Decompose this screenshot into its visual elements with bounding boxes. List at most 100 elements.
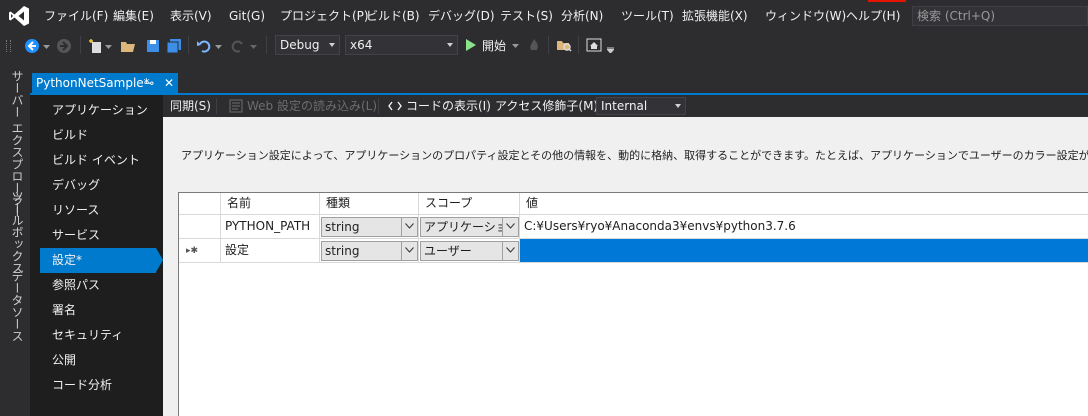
nav-item-security[interactable]: セキュリティ [52, 323, 123, 348]
chevron-down-icon [405, 223, 414, 229]
tab-pythonnetsample[interactable]: PythonNetSample* ⊸ ✕ [32, 73, 178, 93]
load-web-settings-button[interactable]: Web 設定の読み込み(L) [247, 95, 377, 117]
toolbar-separator [578, 36, 579, 54]
scope-dropdown-button[interactable] [502, 242, 518, 260]
nav-selection-pointer [156, 248, 163, 272]
toolbar-separator [216, 98, 217, 114]
start-button[interactable]: 開始 [482, 32, 506, 60]
redo-icon[interactable] [230, 38, 246, 54]
view-code-icon [388, 101, 402, 111]
nav-item-signing[interactable]: 署名 [52, 298, 76, 323]
undo-dropdown-chevron-icon[interactable] [215, 45, 222, 50]
view-code-button[interactable]: コードの表示(I) [406, 95, 491, 117]
setting-scope-select[interactable]: アプリケーション [420, 217, 519, 237]
nav-item-build[interactable]: ビルド [52, 123, 88, 148]
setting-type-value: string [325, 220, 360, 234]
undo-icon[interactable] [196, 38, 212, 54]
menu-test[interactable]: テスト(S) [500, 0, 553, 32]
setting-type-select[interactable]: string [321, 217, 418, 237]
quick-launch-search[interactable]: 検索 (Ctrl+Q) [912, 6, 1088, 26]
standard-toolbar [0, 32, 1088, 60]
configuration-value: Debug [280, 38, 320, 52]
menu-analyze[interactable]: 分析(N) [561, 0, 603, 32]
column-header-scope[interactable]: スコープ [419, 193, 520, 215]
setting-scope-select[interactable]: ユーザー [420, 241, 519, 261]
solution-configuration-select[interactable]: Debug [275, 35, 340, 55]
toolbox-tab[interactable]: ツールボックス [9, 190, 26, 274]
nav-item-application[interactable]: アプリケーション [52, 98, 148, 123]
access-modifier-select[interactable]: Internal [596, 97, 686, 115]
setting-scope-value: ユーザー [424, 244, 472, 258]
pin-icon[interactable]: ⊸ [144, 73, 154, 93]
type-dropdown-button[interactable] [401, 218, 417, 236]
save-icon[interactable] [145, 38, 161, 54]
row-indicator[interactable] [179, 215, 221, 239]
load-web-settings-icon [229, 99, 243, 113]
close-icon[interactable]: ✕ [164, 73, 174, 93]
column-header-type[interactable]: 種類 [320, 193, 419, 215]
settings-description: アプリケーション設定によって、アプリケーションのプロパティ設定とその他の情報を、… [181, 149, 1088, 162]
setting-value-cell-selected[interactable] [520, 239, 1088, 263]
nav-item-services[interactable]: サービス [52, 223, 100, 248]
chevron-down-icon [675, 104, 681, 108]
toolbar-separator [80, 36, 81, 54]
start-play-icon[interactable] [466, 39, 476, 51]
setting-type-select[interactable]: string [321, 241, 418, 261]
back-dropdown-chevron-icon[interactable] [43, 45, 50, 50]
access-modifier-label: アクセス修飾子(M): [495, 99, 603, 113]
menu-git[interactable]: Git(G) [229, 0, 265, 32]
sync-button[interactable]: 同期(S) [170, 95, 211, 117]
column-header-name[interactable]: 名前 [221, 193, 320, 215]
menu-tools[interactable]: ツール(T) [621, 0, 674, 32]
chevron-down-icon [447, 43, 453, 47]
type-dropdown-button[interactable] [401, 242, 417, 260]
new-dropdown-chevron-icon[interactable] [105, 45, 112, 50]
setting-scope-cell: アプリケーション [419, 215, 520, 239]
navigate-forward-icon[interactable] [56, 38, 72, 54]
nav-item-build-events[interactable]: ビルド イベント [52, 148, 140, 173]
open-folder-icon[interactable] [120, 38, 136, 54]
toolbar-grip[interactable] [6, 40, 11, 52]
menu-project[interactable]: プロジェクト(P) [280, 0, 369, 32]
setting-name-cell[interactable]: PYTHON_PATH [221, 215, 320, 239]
solution-explorer-home-icon[interactable] [586, 37, 602, 53]
toolbar-separator [548, 36, 549, 54]
document-well [30, 60, 1088, 94]
column-header-value[interactable]: 値 [520, 193, 1088, 215]
toolbar-separator [378, 98, 379, 114]
nav-item-reference-paths[interactable]: 参照パス [52, 273, 100, 298]
setting-type-cell: string [320, 239, 419, 263]
row-indicator-new[interactable]: ▸✱ [179, 239, 221, 263]
navigate-back-icon[interactable] [24, 38, 40, 54]
menu-debug[interactable]: デバッグ(D) [428, 0, 495, 32]
new-project-icon[interactable] [88, 38, 104, 54]
nav-item-resources[interactable]: リソース [52, 198, 99, 223]
solution-platform-select[interactable]: x64 [345, 35, 458, 55]
menu-extensions[interactable]: 拡張機能(X) [682, 0, 748, 32]
find-in-files-icon[interactable] [556, 37, 572, 53]
menu-view[interactable]: 表示(V) [170, 0, 212, 32]
toolbar-separator [486, 98, 487, 114]
redo-dropdown-chevron-icon[interactable] [250, 45, 257, 50]
nav-item-settings[interactable]: 設定* [52, 248, 82, 273]
start-dropdown-chevron-icon[interactable] [512, 44, 519, 49]
menu-file[interactable]: ファイル(F) [44, 0, 108, 32]
setting-value-cell[interactable]: C:¥Users¥ryo¥Anaconda3¥envs¥python3.7.6 [520, 215, 1088, 239]
visual-studio-logo-icon[interactable] [8, 5, 30, 27]
menu-build[interactable]: ビルド(B) [366, 0, 420, 32]
nav-item-code-analysis[interactable]: コード分析 [52, 373, 112, 398]
nav-item-debug[interactable]: デバッグ [52, 173, 100, 198]
tab-title: PythonNetSample* [36, 76, 150, 90]
menu-help[interactable]: ヘルプ(H) [846, 0, 900, 32]
chevron-down-icon [506, 223, 515, 229]
save-all-icon[interactable] [166, 38, 182, 54]
row-header-corner [179, 193, 221, 215]
setting-name-cell[interactable]: 設定 [221, 239, 320, 263]
nav-item-publish[interactable]: 公開 [52, 348, 76, 373]
menu-window[interactable]: ウィンドウ(W) [765, 0, 846, 32]
toolbar-options-chevron-icon[interactable] [607, 47, 614, 53]
scope-dropdown-button[interactable] [502, 218, 518, 236]
data-sources-tab[interactable]: データソース [9, 270, 26, 342]
menu-edit[interactable]: 編集(E) [113, 0, 154, 32]
hot-reload-flame-icon[interactable] [527, 38, 541, 52]
